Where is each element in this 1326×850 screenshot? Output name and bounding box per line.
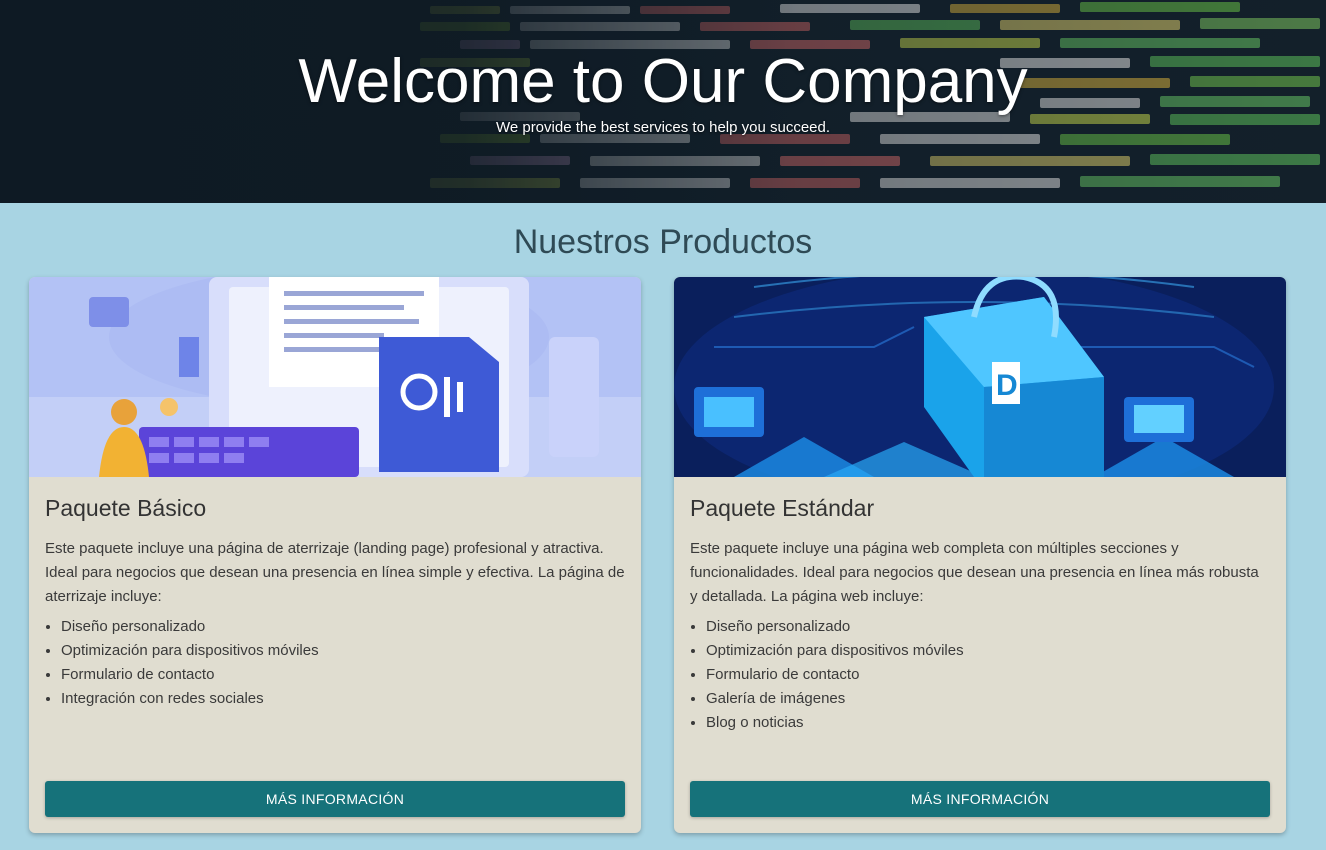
svg-text:D: D [996, 369, 1018, 402]
product-card-standard: D Paquete Estándar Este paquete incluye … [674, 277, 1286, 833]
feature-item: Optimización para dispositivos móviles [61, 639, 625, 663]
feature-item: Diseño personalizado [61, 615, 625, 639]
card-title: Paquete Estándar [690, 495, 875, 521]
feature-item: Diseño personalizado [706, 615, 1270, 639]
product-card-basic: Paquete Básico Este paquete incluye una … [29, 277, 641, 833]
feature-item: Blog o noticias [706, 711, 1270, 735]
feature-item: Integración con redes sociales [61, 687, 625, 711]
feature-list: Diseño personalizado Optimización para d… [45, 615, 625, 711]
feature-list: Diseño personalizado Optimización para d… [690, 615, 1270, 735]
hero-title: Welcome to Our Company [298, 47, 1028, 116]
card-title: Paquete Básico [45, 495, 207, 521]
feature-item: Formulario de contacto [61, 663, 625, 687]
section-title: Nuestros Productos [513, 223, 813, 261]
landing-page-illustration [29, 277, 641, 477]
hero-subtitle: We provide the best services to help you… [495, 119, 831, 136]
card-description: Este paquete incluye una página web comp… [690, 540, 1259, 605]
products-section: Nuestros Productos Paquete Básico Este p… [0, 203, 1326, 850]
card-description: Este paquete incluye una página de aterr… [45, 540, 625, 605]
shopping-bag-tech-illustration: D [674, 277, 1286, 477]
more-info-button[interactable]: MÁS INFORMACIÓN [690, 781, 1270, 817]
feature-item: Galería de imágenes [706, 687, 1270, 711]
hero-content: Welcome to Our Company We provide the be… [0, 0, 1326, 138]
hero-banner: Welcome to Our Company We provide the be… [0, 0, 1326, 203]
feature-item: Optimización para dispositivos móviles [706, 639, 1270, 663]
feature-item: Formulario de contacto [706, 663, 1270, 687]
more-info-button[interactable]: MÁS INFORMACIÓN [45, 781, 625, 817]
